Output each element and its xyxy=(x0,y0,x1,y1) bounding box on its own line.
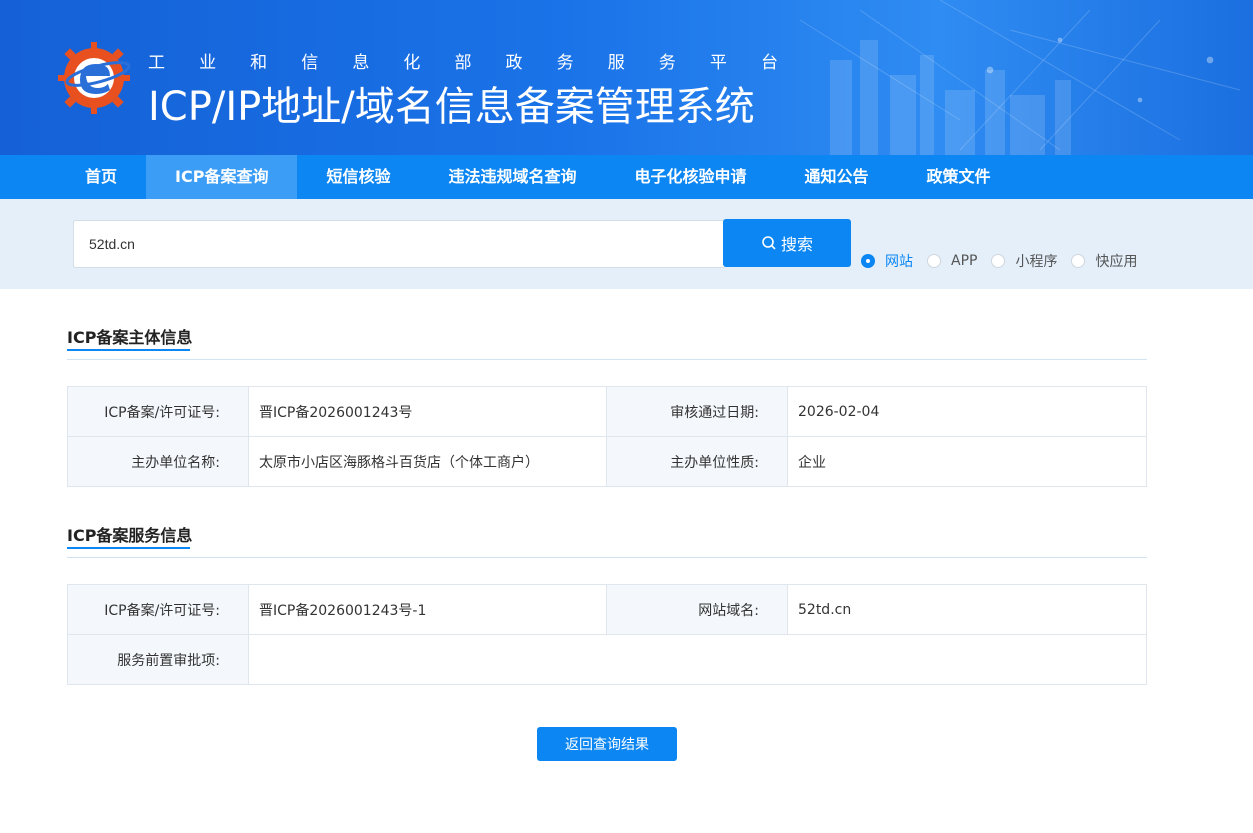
subtitle-char: 息 xyxy=(352,53,370,73)
search-button-label: 搜索 xyxy=(780,237,813,254)
city-skyline-decoration xyxy=(799,0,1241,155)
subtitle-char: 服 xyxy=(607,53,625,73)
subtitle-char: 和 xyxy=(250,53,268,73)
system-title: ICP/IP地址/域名信息备案管理系统 xyxy=(148,84,755,130)
main-nav: 首页 ICP备案查询 短信核验 违法违规域名查询 电子化核验申请 通知公告 政策文件 xyxy=(0,155,1253,199)
nav-item[interactable]: ICP备案查询 xyxy=(146,155,298,199)
radio-circle-icon xyxy=(991,254,1006,268)
search-type-radio[interactable]: APP xyxy=(927,253,977,269)
org-name-value: 太原市小店区海豚格斗百货店（个体工商户） xyxy=(248,436,607,487)
service-info-table: ICP备案/许可证号: 晋ICP备2026001243号-1 网站域名: 52t… xyxy=(67,584,1147,685)
org-type-label: 主办单位性质: xyxy=(606,436,788,487)
subtitle-char: 工 xyxy=(148,53,165,73)
service-section-title-text: ICP备案服务信息 xyxy=(67,526,193,545)
subject-section-title: ICP备案主体信息 xyxy=(67,324,193,351)
nav-item[interactable]: 违法违规域名查询 xyxy=(419,155,605,199)
subtitle-char: 平 xyxy=(709,53,727,73)
section-divider xyxy=(67,359,1147,360)
table-row: ICP备案/许可证号: 晋ICP备2026001243号 审核通过日期: 202… xyxy=(67,386,1147,437)
domain-value: 52td.cn xyxy=(787,584,1147,635)
nav-item[interactable]: 首页 xyxy=(56,155,146,199)
service-license-label: ICP备案/许可证号: xyxy=(67,584,249,635)
subtitle-char: 政 xyxy=(505,53,523,73)
search-type-radio[interactable]: 快应用 xyxy=(1071,251,1137,271)
radio-label: 网站 xyxy=(885,254,913,270)
ministry-subtitle: 工业和信息化部政务服务平台 xyxy=(148,48,778,73)
section-title-underline xyxy=(67,349,190,351)
license-label: ICP备案/许可证号: xyxy=(67,386,249,437)
search-icon xyxy=(762,236,776,250)
subtitle-char: 化 xyxy=(403,53,421,73)
approval-date-value: 2026-02-04 xyxy=(787,386,1147,437)
nav-item[interactable]: 短信核验 xyxy=(297,155,419,199)
service-license-value: 晋ICP备2026001243号-1 xyxy=(248,584,607,635)
search-type-radio[interactable]: 网站 xyxy=(861,251,913,271)
subtitle-char: 台 xyxy=(760,53,778,73)
search-input[interactable] xyxy=(73,220,724,268)
subtitle-char: 务 xyxy=(556,53,574,73)
radio-circle-icon xyxy=(1071,254,1086,268)
preapproval-label: 服务前置审批项: xyxy=(67,634,249,685)
section-divider xyxy=(67,557,1147,558)
table-row: 主办单位名称: 太原市小店区海豚格斗百货店（个体工商户） 主办单位性质: 企业 xyxy=(67,436,1147,487)
radio-label: 快应用 xyxy=(1095,254,1138,270)
org-type-value: 企业 xyxy=(787,436,1147,487)
radio-label: 小程序 xyxy=(1015,254,1058,270)
nav-item[interactable]: 电子化核验申请 xyxy=(605,155,775,199)
preapproval-value xyxy=(248,634,1147,685)
subtitle-char: 部 xyxy=(454,53,472,73)
back-to-results-button[interactable]: 返回查询结果 xyxy=(537,727,677,761)
search-bar-area: 搜索 网站 APP 小程序 快应用 xyxy=(0,199,1253,289)
nav-item[interactable]: 通知公告 xyxy=(776,155,898,199)
approval-date-label: 审核通过日期: xyxy=(606,386,788,437)
table-row: ICP备案/许可证号: 晋ICP备2026001243号-1 网站域名: 52t… xyxy=(67,584,1147,635)
section-title-underline xyxy=(67,547,190,549)
site-header: 工 业 和 信 息 化 部 政 务 服 务 平 台 ICP/IP地址/域名信息备案管理系统 xyxy=(0,0,1253,155)
radio-label: APP xyxy=(951,253,978,269)
subject-section-title-text: ICP备案主体信息 xyxy=(67,328,193,347)
table-row: 服务前置审批项: xyxy=(67,634,1147,685)
search-type-radio[interactable]: 小程序 xyxy=(991,251,1057,271)
license-value: 晋ICP备2026001243号 xyxy=(248,386,607,437)
subtitle-char: 信 xyxy=(301,53,319,73)
search-type-options: 网站 APP 小程序 快应用 xyxy=(861,251,1151,271)
domain-label: 网站域名: xyxy=(606,584,788,635)
subtitle-char: 业 xyxy=(199,53,217,73)
ministry-logo xyxy=(58,42,131,114)
subtitle-char: 务 xyxy=(658,53,676,73)
nav-item[interactable]: 政策文件 xyxy=(898,155,1020,199)
org-name-label: 主办单位名称: xyxy=(67,436,249,487)
subject-info-table: ICP备案/许可证号: 晋ICP备2026001243号 审核通过日期: 202… xyxy=(67,386,1147,487)
search-button[interactable]: 搜索 xyxy=(723,219,851,267)
radio-circle-icon xyxy=(927,254,941,268)
radio-circle-icon xyxy=(861,254,875,268)
service-section-title: ICP备案服务信息 xyxy=(67,522,193,549)
